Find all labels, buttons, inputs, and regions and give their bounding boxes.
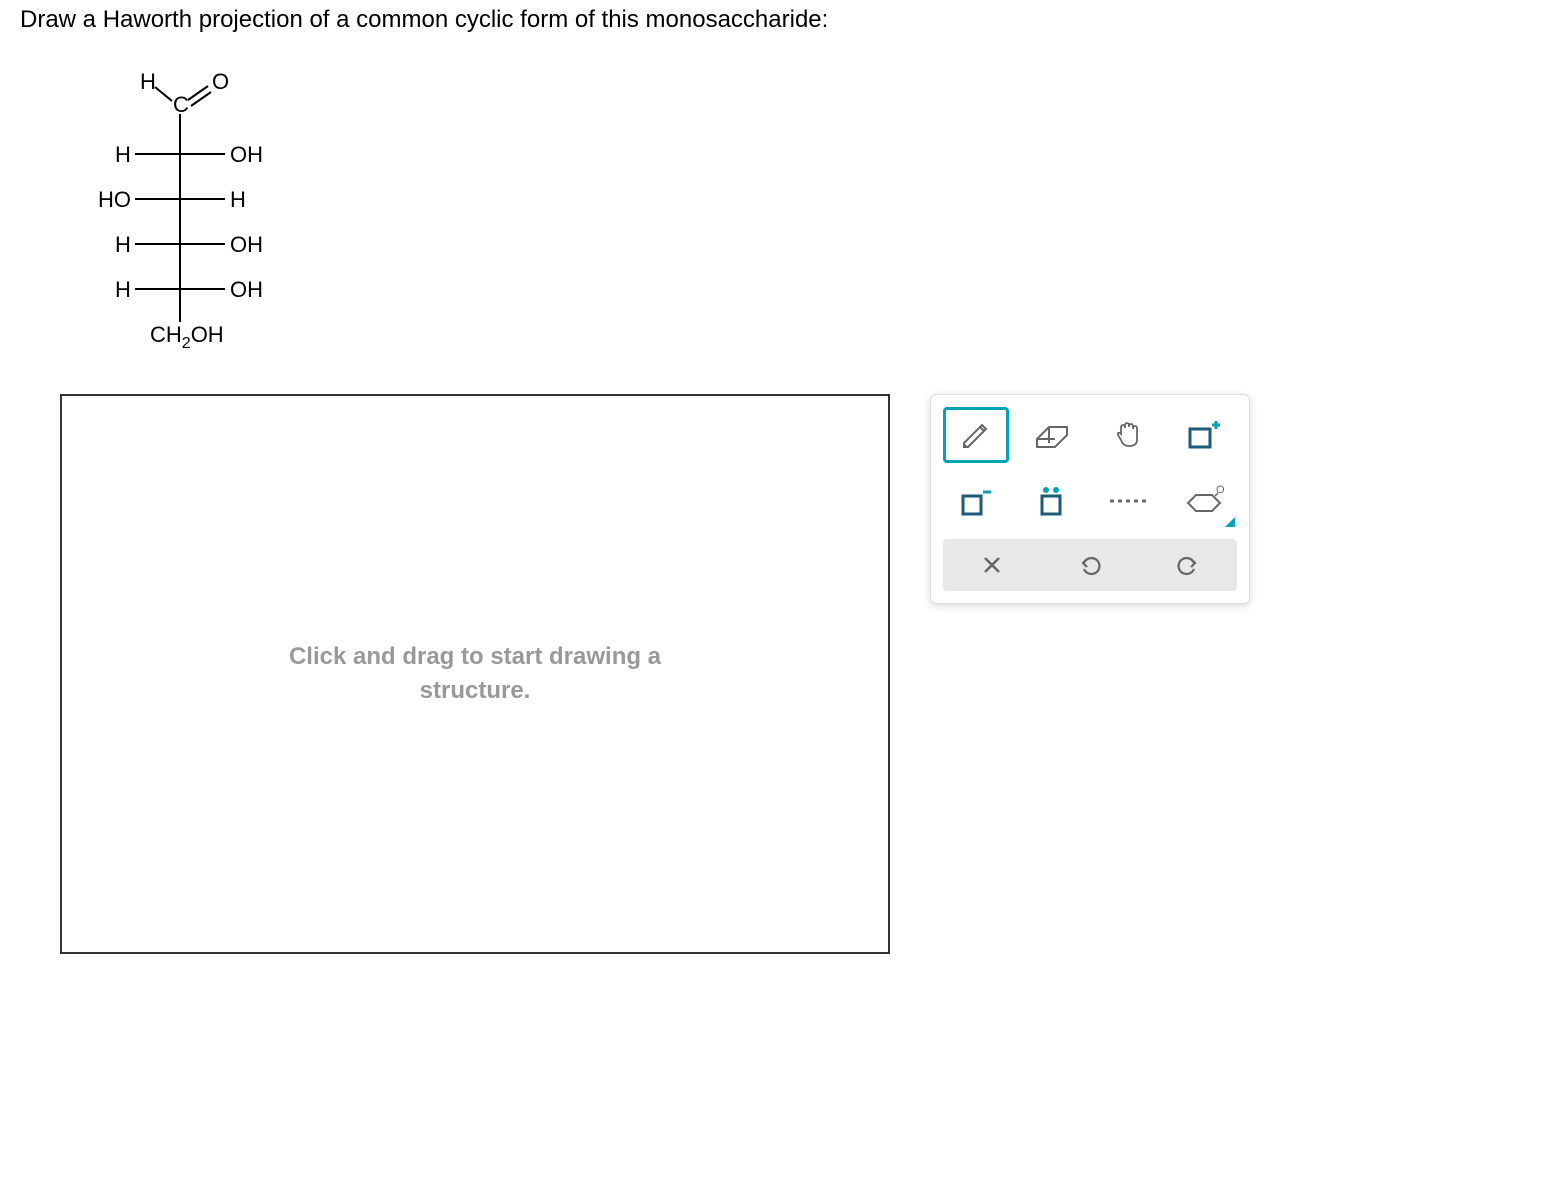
c1-c-label: C xyxy=(173,92,189,117)
c6-label: CH2OH xyxy=(150,322,224,352)
negative-charge-tool[interactable] xyxy=(943,473,1009,529)
lone-pair-tool[interactable] xyxy=(1019,473,1085,529)
c1-o-bond1 xyxy=(188,86,208,100)
ring-template-tool[interactable]: O xyxy=(1171,473,1237,529)
selection-tool[interactable] xyxy=(1171,407,1237,463)
c2-right: OH xyxy=(230,142,263,167)
c3-right: H xyxy=(230,187,246,212)
negative-charge-icon xyxy=(959,486,993,516)
move-tool[interactable] xyxy=(1095,407,1161,463)
undo-button[interactable] xyxy=(1045,543,1135,587)
c1-h-bond xyxy=(155,87,172,101)
lone-pair-icon xyxy=(1036,486,1068,516)
redo-button[interactable] xyxy=(1143,543,1233,587)
pencil-icon xyxy=(958,417,994,453)
c3-left: HO xyxy=(98,187,131,212)
redo-icon xyxy=(1176,553,1200,577)
close-icon xyxy=(982,555,1002,575)
hand-icon xyxy=(1111,418,1145,452)
question-text: Draw a Haworth projection of a common cy… xyxy=(20,6,1543,34)
pencil-tool[interactable] xyxy=(943,407,1009,463)
c1-h-label: H xyxy=(140,69,156,94)
dashed-bond-icon xyxy=(1108,496,1148,506)
ring-template-icon: O xyxy=(1182,483,1226,519)
action-row xyxy=(943,539,1237,591)
eraser-tool[interactable] xyxy=(1019,407,1085,463)
c4-left: H xyxy=(115,232,131,257)
drawing-canvas[interactable]: Click and drag to start drawing a struct… xyxy=(60,394,890,954)
eraser-icon xyxy=(1033,421,1071,449)
select-icon xyxy=(1186,419,1222,451)
c4-right: OH xyxy=(230,232,263,257)
toolbar: O xyxy=(930,394,1250,604)
drawing-area: Click and drag to start drawing a struct… xyxy=(60,394,1543,954)
c1-o-bond2 xyxy=(191,92,211,106)
clear-button[interactable] xyxy=(947,543,1037,587)
undo-icon xyxy=(1078,553,1102,577)
c2-left: H xyxy=(115,142,131,167)
tool-row-2: O xyxy=(943,473,1237,529)
canvas-hint: Click and drag to start drawing a struct… xyxy=(289,640,661,707)
tool-row-1 xyxy=(943,407,1237,463)
dashed-bond-tool[interactable] xyxy=(1095,473,1161,529)
fischer-projection: H C O H OH HO H H OH H OH CH2OH xyxy=(80,64,280,354)
c1-o-label: O xyxy=(212,69,229,94)
c5-left: H xyxy=(115,277,131,302)
c5-right: OH xyxy=(230,277,263,302)
template-dropdown-indicator xyxy=(1225,517,1235,527)
